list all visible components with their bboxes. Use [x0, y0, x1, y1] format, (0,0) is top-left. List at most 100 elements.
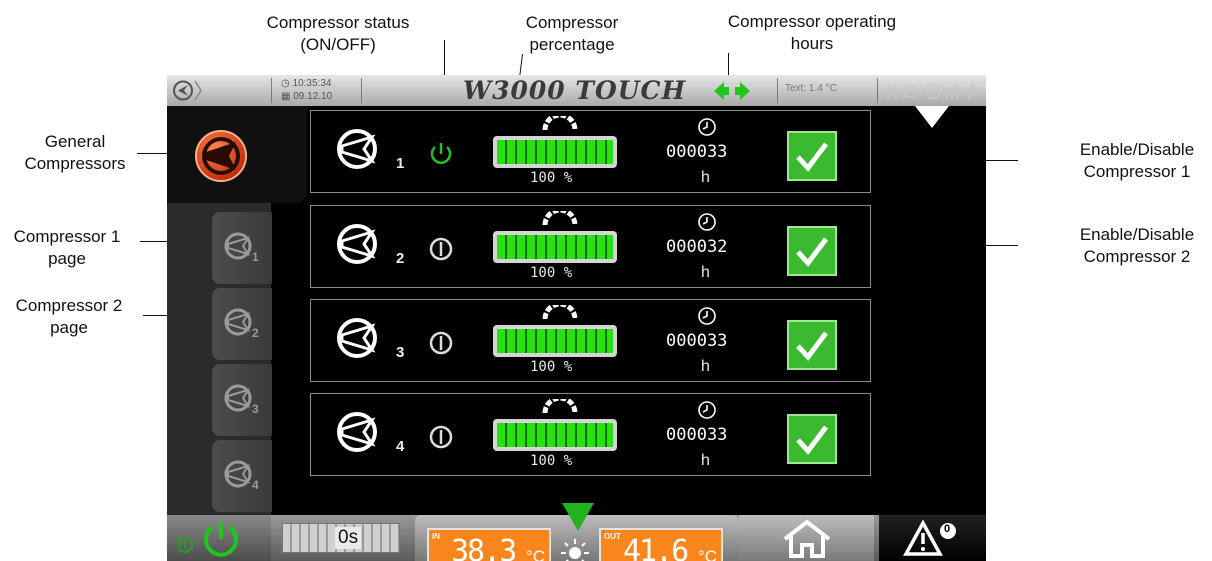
enable-compressor-2-checkbox[interactable]	[787, 226, 837, 276]
operating-hours-value: 000033	[666, 142, 728, 162]
unit-power-button[interactable]	[167, 515, 271, 561]
annotation-line: page	[48, 249, 86, 268]
compressor-icon	[195, 130, 247, 182]
speedometer-icon	[542, 305, 578, 320]
enable-compressor-3-checkbox[interactable]	[787, 320, 837, 370]
outlet-value: 41.6	[623, 534, 689, 561]
hours-unit: h	[701, 452, 710, 469]
temperature-unit: °C	[697, 547, 717, 561]
compressor-4-page-tab[interactable]: 4	[212, 440, 272, 512]
sun-icon	[904, 83, 916, 98]
compressor-icon	[337, 412, 377, 452]
tab-number: 3	[252, 402, 259, 416]
clock-icon	[698, 307, 716, 325]
signal-icon	[946, 83, 958, 99]
date-row: ▦ 09.12.10	[281, 91, 333, 102]
compressor-row-1: 1 100 % 000033 h	[310, 110, 871, 193]
compressor-number: 3	[396, 344, 405, 361]
compressor-number: 2	[396, 250, 405, 267]
clock-row: ◷ 10:35:34	[281, 78, 332, 89]
checkmark-icon	[796, 142, 828, 172]
alarm-button[interactable]: 0	[879, 515, 986, 561]
carel-logo-icon[interactable]	[170, 78, 204, 103]
hours-unit: h	[701, 169, 710, 186]
mode-indicator-icon	[562, 503, 594, 531]
compressor-number: 1	[396, 155, 405, 172]
annotation-line: Compressor	[525, 13, 619, 32]
network-arrows-icon	[714, 82, 750, 100]
annotation-line: page	[50, 318, 88, 337]
hours-unit: h	[701, 264, 710, 281]
annotation-line: percentage	[529, 35, 615, 54]
separator	[877, 78, 878, 103]
compressor-row-3: 3 100 % 000033 h	[310, 299, 871, 382]
percentage-bar	[493, 231, 617, 263]
inlet-temperature: IN 38.3 °C	[427, 528, 551, 561]
general-compressors-tab[interactable]	[167, 106, 307, 203]
compressor-1-page-tab[interactable]: 1	[212, 212, 272, 284]
compressor-number: 4	[396, 438, 405, 455]
outlet-temperature: OUT 41.6 °C	[599, 528, 723, 561]
compressor-icon	[224, 232, 252, 260]
enable-compressor-1-checkbox[interactable]	[787, 131, 837, 181]
top-bar: ◷ 10:35:34 ▦ 09.12.10 W3000 TOUCH Text: …	[167, 75, 986, 106]
annotation-line: Compressors	[24, 154, 126, 173]
compressor-3-page-tab[interactable]: 3	[212, 364, 272, 436]
dropdown-indicator-icon[interactable]	[915, 106, 949, 128]
checkmark-icon	[796, 331, 828, 361]
checkmark-icon	[796, 425, 828, 455]
clock-icon	[698, 118, 716, 136]
annotation-compressor-status: Compressor status (ON/OFF)	[248, 12, 428, 56]
annotation-general-compressors: General Compressors	[10, 131, 140, 175]
operating-hours-value: 000033	[666, 331, 728, 351]
separator	[777, 78, 778, 103]
bottom-bar: 0s IN 38.3 °C OUT 41.6 °C 0	[167, 503, 986, 561]
power-status-icon	[429, 425, 453, 449]
compressor-icon	[337, 224, 377, 264]
speedometer-icon	[542, 399, 578, 414]
inlet-tag: IN	[432, 532, 440, 541]
leader-line-general	[137, 153, 167, 154]
alarm-count: 0	[944, 523, 951, 535]
compressor-2-page-tab[interactable]: 2	[212, 288, 272, 360]
outlet-tag: OUT	[604, 532, 621, 541]
info-icon	[967, 82, 975, 100]
annotation-line: Compressor 1	[1083, 162, 1191, 181]
timer-value: 0s	[335, 527, 362, 549]
percentage-bar-fill	[497, 423, 613, 447]
clock-icon	[698, 213, 716, 231]
timer-display: 0s	[275, 515, 403, 561]
annotation-line: Enable/Disable	[1079, 225, 1195, 244]
tab-number: 1	[252, 250, 259, 264]
percentage-value: 100 %	[530, 170, 573, 186]
datetime: ◷ 10:35:34 ▦ 09.12.10	[281, 77, 332, 103]
separator	[271, 78, 272, 103]
annotation-compressor-percentage: Compressor percentage	[497, 12, 647, 56]
percentage-value: 100 %	[530, 453, 573, 469]
ring-icon	[925, 83, 941, 99]
checkmark-icon	[796, 237, 828, 267]
speedometer-icon	[542, 211, 578, 226]
annotation-operating-hours: Compressor operating hours	[712, 11, 912, 55]
power-status-icon	[429, 331, 453, 355]
sidebar: 1 2 3 4	[167, 106, 307, 515]
operating-hours-value: 000032	[666, 237, 728, 257]
annotation-compressor1-page: Compressor 1 page	[2, 226, 132, 270]
annotation-enable-compressor2: Enable/Disable Compressor 2	[1062, 224, 1212, 268]
annotation-line: Compressor operating	[727, 12, 897, 31]
annotation-line: hours	[790, 34, 834, 53]
speedometer-icon	[542, 116, 578, 131]
percentage-bar-fill	[497, 140, 613, 164]
compressor-row-2: 2 100 % 000032 h	[310, 205, 871, 288]
compressor-icon	[337, 129, 377, 169]
power-status-icon	[430, 143, 452, 164]
inlet-value: 38.3	[451, 534, 517, 561]
touch-screen: ◷ 10:35:34 ▦ 09.12.10 W3000 TOUCH Text: …	[167, 75, 986, 561]
tab-number: 2	[252, 326, 259, 340]
alarm-warning-icon	[903, 520, 956, 556]
annotation-line: (ON/OFF)	[300, 35, 376, 54]
external-temperature: Text: 1.4 °C	[785, 83, 837, 94]
separator	[361, 78, 362, 103]
enable-compressor-4-checkbox[interactable]	[787, 414, 837, 464]
home-button[interactable]	[739, 515, 874, 561]
